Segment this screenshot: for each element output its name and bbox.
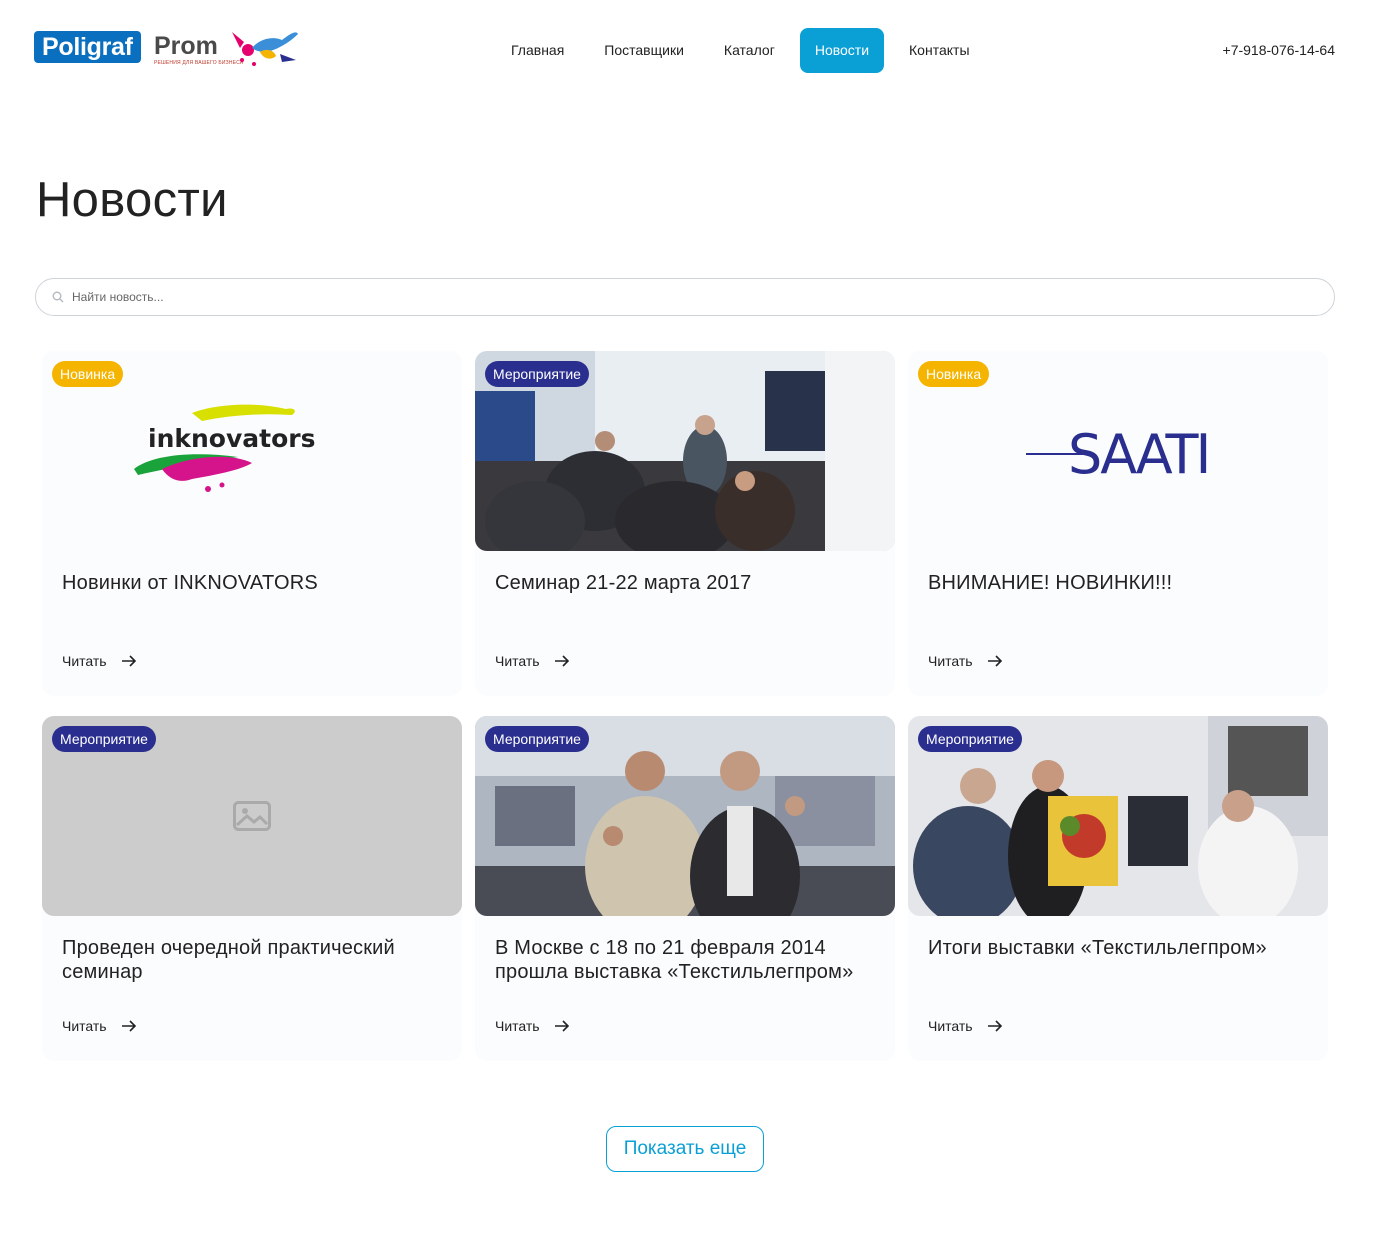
image-placeholder-icon xyxy=(233,801,271,831)
search-input[interactable] xyxy=(72,279,1312,315)
badge-new: Новинка xyxy=(918,361,990,387)
news-title[interactable]: ВНИМАНИЕ! НОВИНКИ!!! xyxy=(928,571,1308,595)
news-card[interactable]: Мероприятие Семинар 21-22 марта 2017 Чит… xyxy=(475,351,895,696)
badge-event: Мероприятие xyxy=(52,726,156,752)
badge-event: Мероприятие xyxy=(485,726,589,752)
news-card[interactable]: Мероприятие В Москве с 18 по 21 февраля … xyxy=(475,716,895,1061)
news-title[interactable]: Проведен очередной практический семинар xyxy=(62,936,442,984)
arrow-right-icon xyxy=(121,655,136,667)
read-link[interactable]: Читать xyxy=(928,1018,1003,1034)
arrow-right-icon xyxy=(554,1020,569,1032)
paint-splash-icon xyxy=(232,32,298,66)
nav-catalog[interactable]: Каталог xyxy=(709,28,790,73)
arrow-right-icon xyxy=(987,1020,1002,1032)
news-title[interactable]: В Москве с 18 по 21 февраля 2014 прошла … xyxy=(495,936,875,984)
news-card[interactable]: Мероприятие Проведен очередной практичес… xyxy=(42,716,462,1061)
site-logo[interactable]: Poligraf Prom РЕШЕНИЯ ДЛЯ ВАШЕГО БИЗНЕСА xyxy=(34,28,304,74)
read-label: Читать xyxy=(62,653,107,669)
read-label: Читать xyxy=(928,1018,973,1034)
badge-event: Мероприятие xyxy=(918,726,1022,752)
nav-news[interactable]: Новости xyxy=(799,28,885,73)
read-label: Читать xyxy=(928,653,973,669)
main-nav: Главная Поставщики Каталог Новости Конта… xyxy=(496,28,995,73)
logo-poligraf: Poligraf xyxy=(34,31,141,63)
site-header: Poligraf Prom РЕШЕНИЯ ДЛЯ ВАШЕГО БИЗНЕСА… xyxy=(0,0,1391,100)
news-card[interactable]: inknovators Новинка Новинки от INKNOVATO… xyxy=(42,351,462,696)
nav-contacts[interactable]: Контакты xyxy=(894,28,984,73)
nav-home[interactable]: Главная xyxy=(496,28,579,73)
read-label: Читать xyxy=(62,1018,107,1034)
nav-suppliers[interactable]: Поставщики xyxy=(589,28,699,73)
search-box xyxy=(35,278,1335,316)
logo-prom: Prom xyxy=(154,32,218,60)
read-link[interactable]: Читать xyxy=(495,653,570,669)
inknovators-logo-text: inknovators xyxy=(148,424,315,453)
show-more-button[interactable]: Показать еще xyxy=(606,1126,764,1172)
badge-new: Новинка xyxy=(52,361,124,387)
saati-logo-text: SAATI xyxy=(1068,423,1208,486)
arrow-right-icon xyxy=(121,1020,136,1032)
badge-event: Мероприятие xyxy=(485,361,589,387)
read-link[interactable]: Читать xyxy=(62,1018,137,1034)
read-label: Читать xyxy=(495,653,540,669)
read-link[interactable]: Читать xyxy=(495,1018,570,1034)
read-link[interactable]: Читать xyxy=(62,653,137,669)
news-card[interactable]: SAATI Новинка ВНИМАНИЕ! НОВИНКИ!!! Читат… xyxy=(908,351,1328,696)
read-label: Читать xyxy=(495,1018,540,1034)
news-title[interactable]: Новинки от INKNOVATORS xyxy=(62,571,442,595)
news-title[interactable]: Итоги выставки «Текстильлегпром» xyxy=(928,936,1308,960)
news-card[interactable]: Мероприятие Итоги выставки «Текстильлегп… xyxy=(908,716,1328,1061)
arrow-right-icon xyxy=(987,655,1002,667)
search-icon xyxy=(52,291,64,303)
phone-link[interactable]: +7-918-076-14-64 xyxy=(1223,42,1335,58)
read-link[interactable]: Читать xyxy=(928,653,1003,669)
news-title[interactable]: Семинар 21-22 марта 2017 xyxy=(495,571,875,595)
page-title: Новости xyxy=(36,173,228,227)
arrow-right-icon xyxy=(554,655,569,667)
